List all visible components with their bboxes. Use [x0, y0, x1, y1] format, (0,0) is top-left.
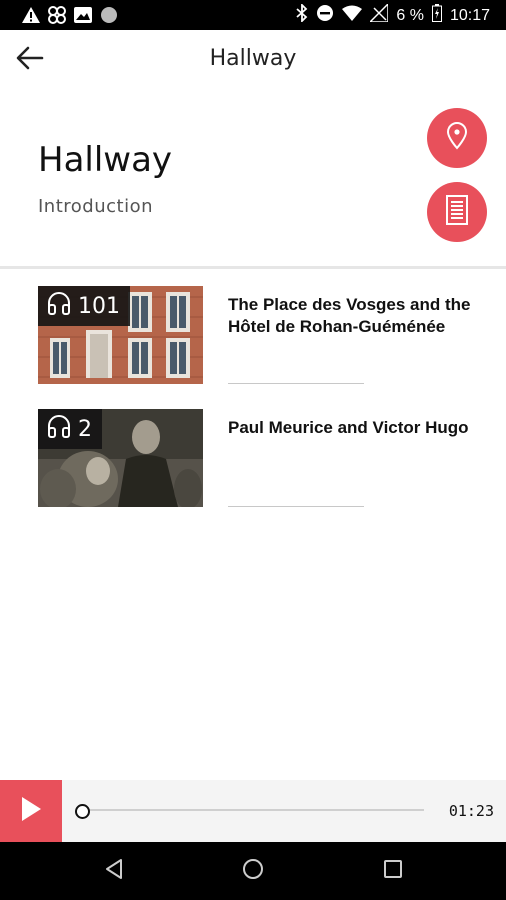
list-item[interactable]: 2 Paul Meurice and Victor Hugo	[0, 409, 506, 509]
home-circle-icon	[242, 858, 264, 885]
item-divider	[228, 383, 364, 384]
progress-track[interactable]	[80, 809, 424, 811]
bluetooth-icon	[296, 2, 308, 27]
page-title: Hallway	[38, 140, 173, 180]
time-label: 01:23	[448, 802, 494, 820]
progress-knob[interactable]	[75, 804, 90, 819]
no-signal-icon	[368, 2, 390, 27]
nav-home-button[interactable]	[239, 857, 267, 885]
back-triangle-icon	[104, 858, 124, 885]
map-button[interactable]	[427, 108, 487, 168]
fan-icon	[48, 6, 66, 24]
item-divider	[228, 506, 364, 507]
list-item[interactable]: 101 The Place des Vosges and the Hôtel d…	[0, 286, 506, 386]
item-thumbnail: 2	[38, 409, 203, 507]
play-icon	[20, 796, 42, 827]
item-thumbnail: 101	[38, 286, 203, 384]
item-title: Paul Meurice and Victor Hugo	[228, 418, 469, 437]
battery-charging-icon	[431, 4, 442, 27]
item-title: The Place des Vosges and the Hôtel de Ro…	[228, 295, 471, 336]
header-section: Hallway Introduction	[0, 90, 506, 269]
audio-player: 01:23	[0, 780, 506, 842]
battery-text: 6 %	[396, 6, 424, 24]
recents-square-icon	[383, 859, 403, 884]
system-nav-bar	[0, 842, 506, 900]
app-bar-title: Hallway	[209, 46, 297, 71]
status-bar: 6 % 10:17	[0, 0, 506, 30]
location-pin-icon	[445, 121, 469, 155]
text-button[interactable]	[427, 182, 487, 242]
document-icon	[446, 194, 468, 230]
item-number: 2	[78, 416, 92, 442]
headphones-icon	[46, 413, 72, 445]
clock: 10:17	[449, 6, 490, 24]
item-number: 101	[78, 293, 120, 319]
warning-icon	[22, 6, 40, 24]
play-button[interactable]	[0, 780, 62, 842]
circle-icon	[100, 6, 118, 24]
nav-recents-button[interactable]	[379, 857, 407, 885]
nav-back-button[interactable]	[100, 857, 128, 885]
item-badge: 101	[38, 286, 130, 326]
app-bar: Hallway	[0, 30, 506, 90]
page-subtitle: Introduction	[38, 196, 154, 217]
wifi-icon	[342, 5, 363, 26]
item-badge: 2	[38, 409, 102, 449]
do-not-disturb-icon	[316, 4, 334, 27]
headphones-icon	[46, 290, 72, 322]
image-icon	[74, 6, 92, 24]
